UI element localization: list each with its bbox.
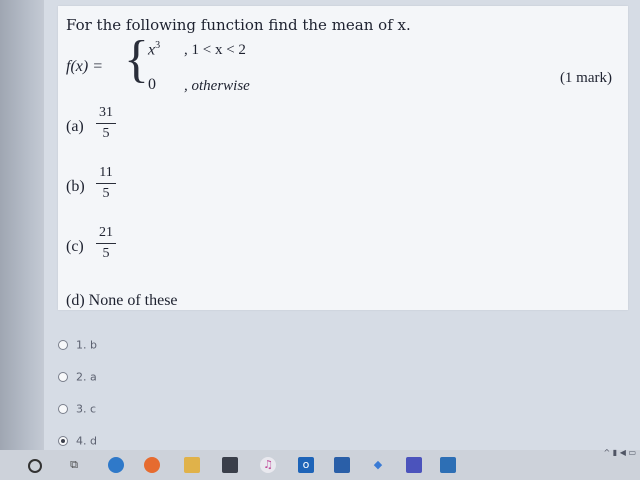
outlook-icon[interactable]: o — [298, 457, 314, 473]
keyboard-icon[interactable]: ▭ — [628, 448, 636, 457]
teams-icon[interactable] — [406, 457, 422, 473]
option-d: (d) None of these — [66, 292, 178, 309]
edge-icon[interactable] — [108, 457, 124, 473]
case-1-value: x3 — [148, 40, 161, 59]
case-2-value: 0 — [148, 76, 156, 93]
radio-button-selected[interactable] — [58, 436, 68, 446]
mail-icon[interactable] — [334, 457, 350, 473]
question-card: For the following function find the mean… — [58, 6, 628, 310]
dropbox-icon[interactable]: ◆ — [370, 457, 386, 473]
option-fraction: 21 5 — [94, 224, 118, 263]
chevron-up-icon[interactable]: ^ — [604, 448, 611, 457]
answer-option-4[interactable]: 4. d — [58, 434, 97, 448]
case-1-condition: , 1 < x < 2 — [184, 42, 246, 58]
question-text: For the following function find the mean… — [66, 16, 411, 34]
answer-label: 4. d — [76, 434, 97, 448]
option-fraction: 31 5 — [94, 104, 118, 143]
option-letter: (c) — [66, 238, 84, 255]
option-letter: (b) — [66, 178, 85, 195]
file-explorer-icon[interactable] — [184, 457, 200, 473]
network-icon[interactable]: ▮ — [613, 448, 617, 457]
answer-label: 2. a — [76, 370, 97, 384]
answer-label: 3. c — [76, 402, 97, 416]
taskbar: ⧉ ♫ o ◆ — [0, 450, 640, 480]
brace-icon: { — [124, 31, 149, 88]
firefox-icon[interactable] — [144, 457, 160, 473]
answer-option-2[interactable]: 2. a — [58, 370, 97, 384]
answer-option-1[interactable]: 1. b — [58, 338, 97, 352]
radio-button[interactable] — [58, 404, 68, 414]
option-fraction: 11 5 — [94, 164, 118, 203]
start-icon[interactable] — [28, 459, 42, 473]
question-marks: (1 mark) — [559, 70, 612, 86]
left-window-edge — [0, 0, 44, 450]
store-icon[interactable] — [222, 457, 238, 473]
answer-option-3[interactable]: 3. c — [58, 402, 96, 416]
answer-label: 1. b — [76, 338, 97, 352]
case-2-condition: , otherwise — [184, 78, 250, 94]
photos-icon[interactable] — [440, 457, 456, 473]
radio-button[interactable] — [58, 372, 68, 382]
function-label: f(x) = — [66, 58, 103, 75]
itunes-icon[interactable]: ♫ — [260, 457, 276, 473]
volume-icon[interactable]: ◀ — [620, 448, 626, 457]
radio-button[interactable] — [58, 340, 68, 350]
option-letter: (a) — [66, 118, 84, 135]
task-view-icon[interactable]: ⧉ — [66, 457, 82, 473]
piecewise-function: f(x) = { x3 , 1 < x < 2 0 , otherwise — [66, 34, 336, 98]
system-tray[interactable]: ^ ▮ ◀ ▭ — [604, 448, 636, 457]
quiz-page: For the following function find the mean… — [44, 0, 640, 450]
